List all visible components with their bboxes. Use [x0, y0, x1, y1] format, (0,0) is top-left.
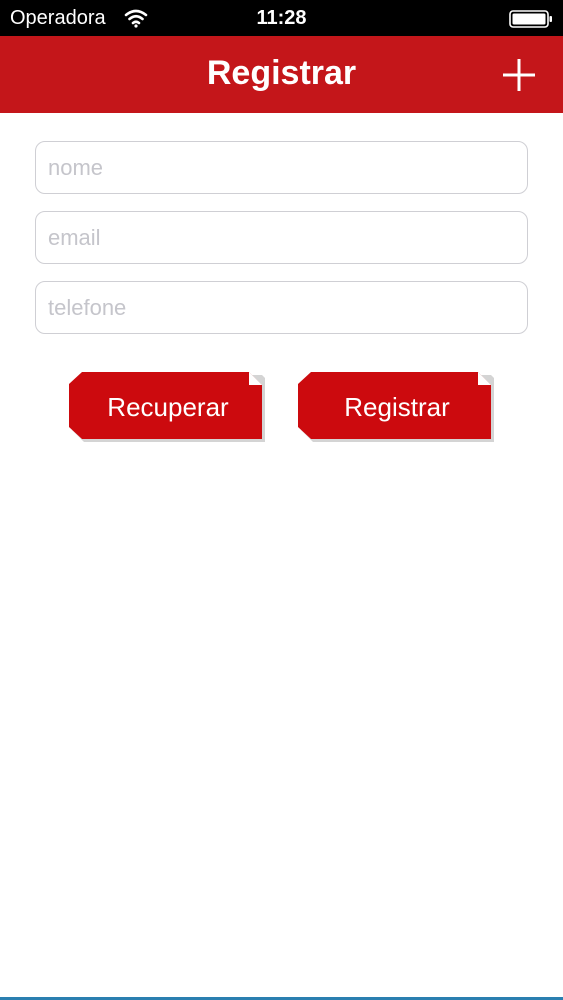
plus-icon: [503, 59, 535, 91]
telefone-field[interactable]: [48, 282, 513, 333]
nome-field-container: [35, 141, 528, 194]
registrar-button-label: Registrar: [344, 392, 450, 422]
email-field-container: [35, 211, 528, 264]
page-title: Registrar: [206, 54, 357, 92]
registrar-button[interactable]: Registrar: [298, 372, 494, 442]
navigation-bar: Registrar: [0, 36, 563, 113]
status-bar: Operadora 11:28: [0, 0, 563, 36]
recuperar-button[interactable]: Recuperar: [69, 372, 265, 442]
email-field[interactable]: [48, 212, 513, 263]
telefone-field-container: [35, 281, 528, 334]
app-screen: Operadora 11:28 Registrar nome email tel…: [0, 0, 563, 1000]
add-button[interactable]: [498, 54, 540, 96]
nome-field[interactable]: [48, 142, 513, 193]
status-time: 11:28: [256, 7, 307, 29]
recuperar-button-label: Recuperar: [107, 392, 229, 422]
battery-full-icon: [509, 10, 553, 28]
